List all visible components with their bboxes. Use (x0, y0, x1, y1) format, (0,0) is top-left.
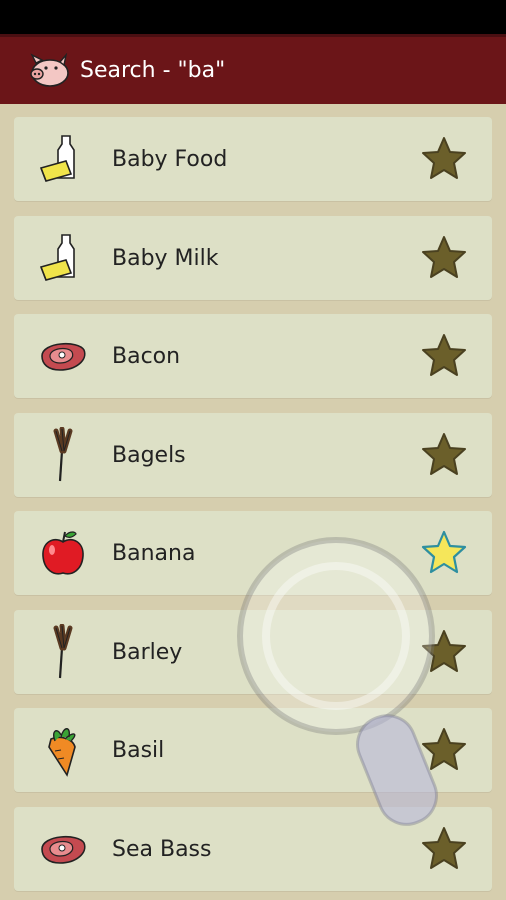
fruit-icon (36, 526, 90, 580)
grain-icon (36, 624, 90, 679)
pig-icon[interactable] (26, 51, 72, 91)
item-label: Basil (112, 737, 165, 763)
item-label: Bagels (112, 442, 186, 468)
item-label: Banana (112, 540, 196, 566)
star-icon[interactable] (418, 330, 470, 382)
dairy-icon (36, 231, 90, 285)
list-item[interactable]: Basil (14, 708, 492, 792)
item-label: Bacon (112, 343, 181, 369)
item-label: Barley (112, 639, 183, 665)
list-item[interactable]: Bagels (14, 413, 492, 497)
meat-icon (36, 822, 90, 876)
item-label: Baby Milk (112, 245, 219, 271)
grain-icon (36, 427, 90, 482)
results-list: Baby Food Baby Milk Bacon Bagels Banana … (0, 104, 506, 900)
list-item[interactable]: Bacon (14, 314, 492, 398)
dairy-icon (36, 132, 90, 186)
page-title: Search - "ba" (80, 58, 226, 83)
star-icon[interactable] (418, 626, 470, 678)
item-label: Baby Food (112, 146, 228, 172)
star-icon[interactable] (418, 823, 470, 875)
star-icon[interactable] (418, 429, 470, 481)
star-icon[interactable] (418, 232, 470, 284)
item-label: Sea Bass (112, 836, 212, 862)
star-icon[interactable] (418, 527, 470, 579)
list-item[interactable]: Baby Food (14, 117, 492, 201)
vegetable-icon (36, 723, 90, 777)
list-item[interactable]: Banana (14, 511, 492, 595)
status-bar (0, 0, 506, 34)
action-bar: Search - "ba" (0, 34, 506, 104)
list-item[interactable]: Sea Bass (14, 807, 492, 891)
star-icon[interactable] (418, 133, 470, 185)
star-icon[interactable] (418, 724, 470, 776)
list-item[interactable]: Baby Milk (14, 216, 492, 300)
meat-icon (36, 329, 90, 383)
list-item[interactable]: Barley (14, 610, 492, 694)
